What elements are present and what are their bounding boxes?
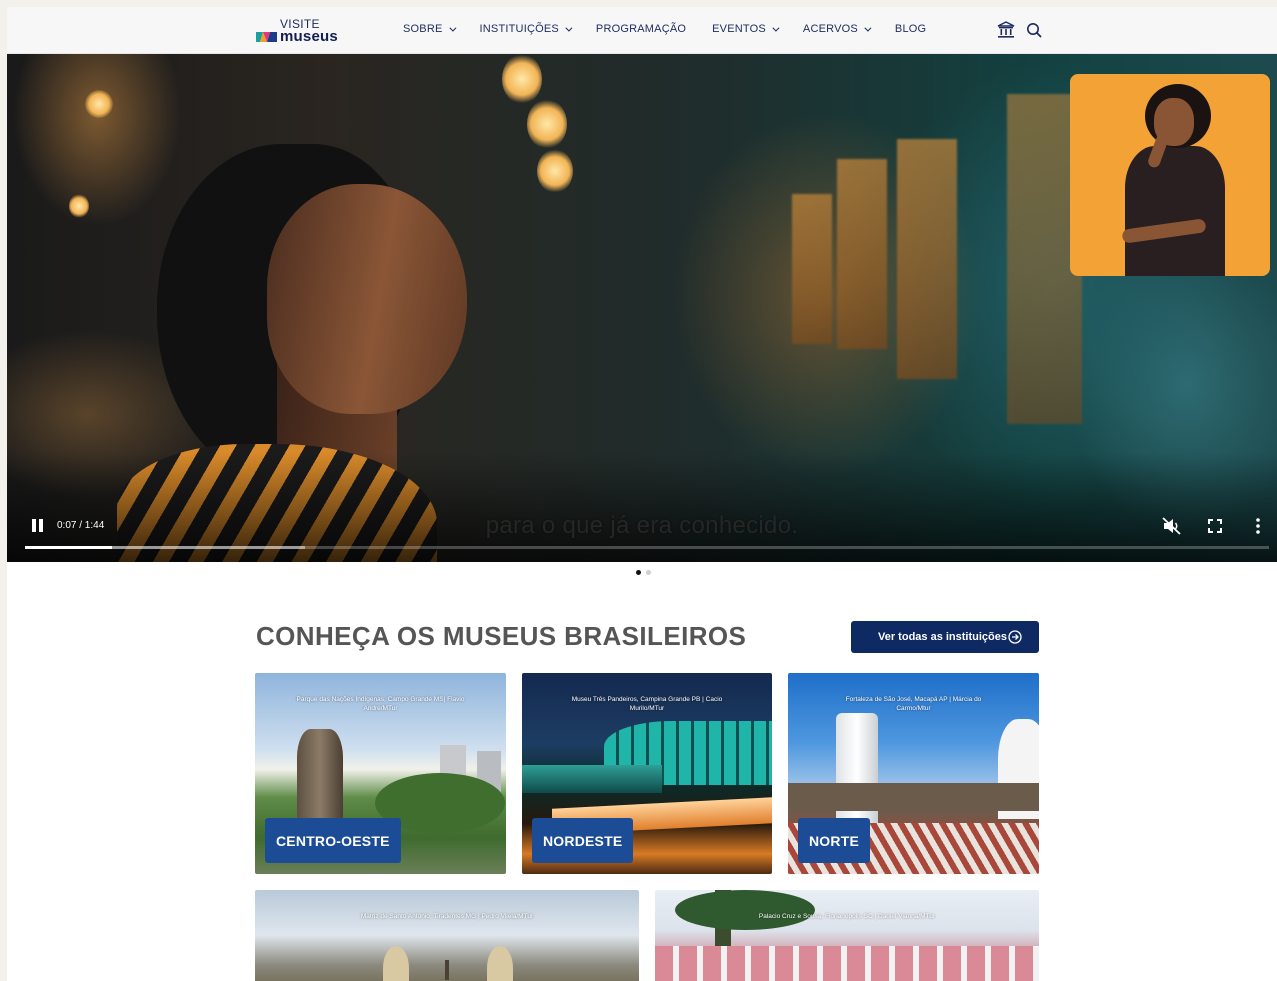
video-controls: 0:07 / 1:44 (7, 512, 1277, 562)
carousel-dot[interactable] (636, 570, 641, 575)
see-all-institutions-button[interactable]: Ver todas as instituições (851, 621, 1039, 653)
region-card-sul[interactable]: Palacio Cruz e Sousa, Florianópolis SC |… (655, 890, 1039, 981)
page: VISITE museus SOBRE INSTITUIÇÕES PROGRAM… (7, 7, 1277, 981)
video-played-bar (25, 546, 113, 549)
video-light-spot (502, 54, 542, 104)
region-badge: NORDESTE (532, 818, 634, 863)
chevron-down-icon (565, 24, 573, 32)
chevron-down-icon (448, 24, 456, 32)
photo-credit: Parque das Nações Indígenas, Campo Grand… (296, 696, 465, 712)
interpreter-body (1125, 146, 1225, 276)
palace-facade (655, 946, 1039, 981)
carousel-dots (636, 570, 656, 575)
header-actions (997, 21, 1053, 39)
tower-sculpture (297, 729, 343, 824)
pause-icon-bar (32, 519, 36, 532)
site-header: VISITE museus SOBRE INSTITUIÇÕES PROGRAM… (7, 7, 1277, 54)
church-tower (383, 946, 409, 981)
region-card-sudeste[interactable]: Matriz de Santo Antônio, Tiradentes MG |… (255, 890, 639, 981)
video-exhibit-frame (792, 194, 832, 344)
video-light-spot (527, 99, 567, 149)
video-progress-bar[interactable] (25, 546, 1269, 549)
muted-speaker-icon[interactable] (1161, 515, 1183, 537)
nav-item-acervos[interactable]: ACERVOS (802, 23, 872, 35)
photo-credit: Museu Três Pandeiros, Campina Grande PB … (571, 696, 723, 712)
fullscreen-icon[interactable] (1204, 515, 1226, 537)
chevron-down-icon (864, 24, 872, 32)
nav-item-instituicoes[interactable]: INSTITUIÇÕES (479, 23, 573, 35)
photo-credit: Palacio Cruz e Sousa, Florianópolis SC |… (758, 913, 936, 920)
sign-language-interpreter-window (1070, 74, 1270, 276)
region-card-centro-oeste[interactable]: Parque das Nações Indígenas, Campo Grand… (255, 673, 506, 874)
nav-item-label: SOBRE (403, 23, 443, 35)
nav-item-label: EVENTOS (712, 23, 766, 35)
photo-credit: Fortaleza de São José, Macapá AP | Márci… (845, 696, 982, 712)
video-light-spot (85, 90, 113, 118)
video-subject-face (267, 184, 467, 414)
nav-item-label: BLOG (894, 23, 927, 35)
church-tower (487, 946, 513, 981)
region-card-nordeste[interactable]: Museu Três Pandeiros, Campina Grande PB … (522, 673, 772, 874)
section-title: CONHEÇA OS MUSEUS BRASILEIROS (256, 621, 747, 651)
nav-item-label: PROGRAMAÇÃO (595, 23, 687, 35)
video-light-spot (537, 149, 573, 193)
nav-item-programacao[interactable]: PROGRAMAÇÃO (596, 23, 686, 35)
logo-text-museus: museus (280, 28, 338, 45)
main-nav: SOBRE INSTITUIÇÕES PROGRAMAÇÃO EVENTOS A… (403, 23, 952, 35)
more-options-icon[interactable] (1247, 515, 1269, 537)
nav-item-eventos[interactable]: EVENTOS (712, 23, 780, 35)
museum-building-base (522, 765, 662, 793)
nav-item-sobre[interactable]: SOBRE (403, 23, 456, 35)
video-time: 0:07 / 1:44 (57, 520, 105, 531)
see-all-label: Ver todas as instituições (878, 631, 1007, 643)
church-cross (445, 960, 449, 980)
search-icon[interactable] (1025, 21, 1043, 39)
fortress-wall (788, 783, 1039, 811)
arrow-circle-right-icon (1008, 630, 1022, 644)
chevron-down-icon (772, 24, 780, 32)
region-card-norte[interactable]: Fortaleza de São José, Macapá AP | Márci… (788, 673, 1039, 874)
logo-mark-icon (256, 32, 277, 42)
pause-icon-bar (39, 519, 43, 532)
photo-credit: Matriz de Santo Antônio, Tiradentes MG |… (360, 913, 534, 920)
region-badge: CENTRO-OESTE (265, 818, 401, 863)
hero-video[interactable]: para o que já era conhecido. 0:07 / 1:44 (7, 54, 1277, 562)
nav-item-blog[interactable]: BLOG (895, 23, 926, 35)
nav-item-label: ACERVOS (802, 23, 858, 35)
palm-leaves (675, 890, 815, 930)
video-exhibit-frame (837, 159, 887, 349)
pause-button[interactable] (31, 519, 45, 533)
video-exhibit-frame (897, 139, 957, 379)
video-light-spot (69, 194, 89, 218)
carousel-dot[interactable] (646, 570, 651, 575)
region-badge: NORTE (798, 818, 870, 863)
visite-museus-logo[interactable]: VISITE museus (256, 17, 356, 45)
nav-item-label: INSTITUIÇÕES (479, 23, 559, 35)
museum-icon[interactable] (997, 21, 1015, 39)
